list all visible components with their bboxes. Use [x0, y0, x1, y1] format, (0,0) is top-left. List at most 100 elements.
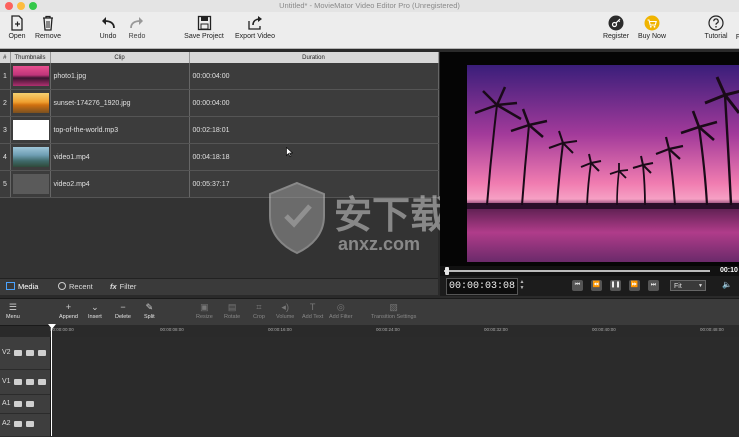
playhead[interactable]: [51, 325, 52, 436]
clip-duration: 00:00:04:00: [189, 63, 439, 90]
clip-name: sunset-174276_1920.jpg: [50, 89, 190, 117]
hide-track-icon[interactable]: [26, 350, 34, 356]
pause-button[interactable]: ❚❚: [610, 280, 621, 291]
table-row[interactable]: 2 sunset-174276_1920.jpg 00:00:04:00: [0, 89, 439, 117]
scrub-track: [444, 270, 710, 272]
delete-button[interactable]: − Delete: [115, 302, 131, 320]
hide-track-icon[interactable]: [26, 379, 34, 385]
ruler-tick: 00:00:32:00: [484, 327, 508, 332]
key-icon: [608, 15, 624, 31]
insert-icon: ⌄: [91, 302, 99, 312]
transition-settings-button[interactable]: ▧ Transition Settings: [371, 302, 416, 320]
track-header-a2: A2: [0, 414, 50, 437]
volume-button[interactable]: ◂) Volume: [276, 302, 294, 320]
go-to-end-button[interactable]: ⏭: [648, 280, 659, 291]
clip-duration: 00:02:18:01: [189, 116, 439, 144]
scrub-handle[interactable]: [444, 267, 449, 275]
thumbnail-cell: [10, 116, 51, 144]
shield-logo-icon: [269, 181, 325, 255]
volume-label: Volume: [276, 314, 295, 320]
chevron-down-icon: ▼: [698, 283, 703, 289]
volume-icon[interactable]: 🔈: [722, 280, 732, 289]
menu-button[interactable]: ☰ Menu: [6, 302, 20, 320]
open-button[interactable]: Open: [5, 15, 29, 40]
mute-track-icon[interactable]: [14, 401, 22, 407]
table-row[interactable]: 3 top-of-the-world.mp3 00:02:18:01: [0, 116, 439, 144]
append-button[interactable]: + Append: [59, 302, 78, 320]
remove-button[interactable]: Remove: [33, 15, 63, 40]
transition-icon: ▧: [389, 302, 398, 312]
insert-button[interactable]: ⌄ Insert: [88, 302, 102, 320]
tutorial-button[interactable]: Tutorial: [701, 15, 731, 40]
rotate-label: Rotate: [224, 314, 241, 320]
row-number: 1: [0, 63, 11, 90]
panel-tabs: Media Recent fx Filter: [0, 278, 438, 295]
append-label: Append: [59, 314, 78, 320]
ruler-tick: 00:00:48:00: [700, 327, 724, 332]
crop-button[interactable]: ⌗ Crop: [253, 302, 265, 320]
menu-icon: ☰: [8, 302, 17, 312]
add-text-button[interactable]: T Add Text: [302, 302, 323, 320]
zoom-fit-select[interactable]: Fit ▼: [670, 280, 706, 291]
mute-track-icon[interactable]: [14, 350, 22, 356]
help-icon: [708, 15, 724, 31]
redo-button[interactable]: Redo: [125, 15, 149, 40]
resize-icon: ▣: [200, 302, 209, 312]
column-header-thumbnails[interactable]: Thumbnails: [10, 52, 51, 63]
mute-track-icon[interactable]: [14, 421, 22, 427]
export-video-label: Export Video: [235, 33, 275, 40]
tab-filter[interactable]: fx Filter: [110, 282, 136, 291]
window-title: Untitled* - MovieMator Video Editor Pro …: [279, 1, 460, 10]
column-header-duration[interactable]: Duration: [189, 52, 439, 63]
thumbnail-sunset-gold: [12, 93, 49, 113]
table-row[interactable]: 1 photo1.jpg 00:00:04:00: [0, 63, 439, 90]
tab-recent[interactable]: Recent: [58, 282, 93, 291]
undo-button[interactable]: Undo: [96, 15, 120, 40]
cart-icon: [644, 15, 660, 31]
buy-now-label: Buy Now: [637, 33, 666, 40]
rotate-button[interactable]: ▤ Rotate: [224, 302, 240, 320]
ruler-tick: 00:00:24:00: [376, 327, 400, 332]
lock-track-icon[interactable]: [26, 401, 34, 407]
export-video-button[interactable]: Export Video: [231, 15, 279, 40]
go-to-start-button[interactable]: ⏮: [572, 280, 583, 291]
save-icon: [197, 15, 211, 31]
table-row[interactable]: 4 video1.mp4 00:04:18:18: [0, 143, 439, 171]
export-icon: [248, 16, 262, 30]
rotate-icon: ▤: [227, 302, 237, 312]
watermark-title: 安下载: [334, 193, 449, 237]
rewind-button[interactable]: ⏪: [591, 280, 602, 291]
timecode-stepper[interactable]: ▲ ▼: [519, 279, 525, 292]
thumbnail-sunset-pink: [12, 66, 49, 86]
lock-track-icon[interactable]: [26, 421, 34, 427]
resize-button[interactable]: ▣ Resize: [196, 302, 213, 320]
split-label: Split: [144, 314, 155, 320]
timeline-tracks[interactable]: [51, 337, 739, 436]
save-project-button[interactable]: Save Project: [180, 15, 228, 40]
resize-label: Resize: [196, 314, 213, 320]
column-header-number[interactable]: #: [0, 52, 11, 63]
fast-forward-button[interactable]: ⏩: [629, 280, 640, 291]
lock-track-icon[interactable]: [38, 379, 46, 385]
track-header-v2: V2: [0, 337, 50, 370]
feedback-button-cut[interactable]: F: [733, 34, 739, 41]
add-filter-button[interactable]: ◎ Add Filter: [329, 302, 353, 320]
timecode-field[interactable]: 00:00:03:08: [446, 278, 518, 295]
tab-media[interactable]: Media: [6, 282, 38, 291]
clip-duration: 00:04:18:18: [189, 143, 439, 171]
split-button[interactable]: ✎ Split: [144, 302, 155, 320]
row-number: 4: [0, 143, 11, 171]
mute-track-icon[interactable]: [14, 379, 22, 385]
track-label: A1: [2, 400, 11, 407]
scrub-bar[interactable]: 00:10: [440, 266, 739, 276]
filter-fx-icon: fx: [110, 282, 117, 291]
clock-icon: [58, 282, 66, 290]
transport-controls: 00:00:03:08 ▲ ▼ ⏮ ⏪ ❚❚ ⏩ ⏭ Fit ▼ 🔈: [440, 276, 739, 296]
insert-label: Insert: [88, 314, 102, 320]
column-header-clip[interactable]: Clip: [50, 52, 190, 63]
video-preview[interactable]: [440, 52, 739, 296]
buy-now-button[interactable]: Buy Now: [636, 15, 668, 40]
playhead-marker-icon[interactable]: [48, 324, 56, 329]
register-button[interactable]: Register: [600, 15, 632, 40]
lock-track-icon[interactable]: [38, 350, 46, 356]
